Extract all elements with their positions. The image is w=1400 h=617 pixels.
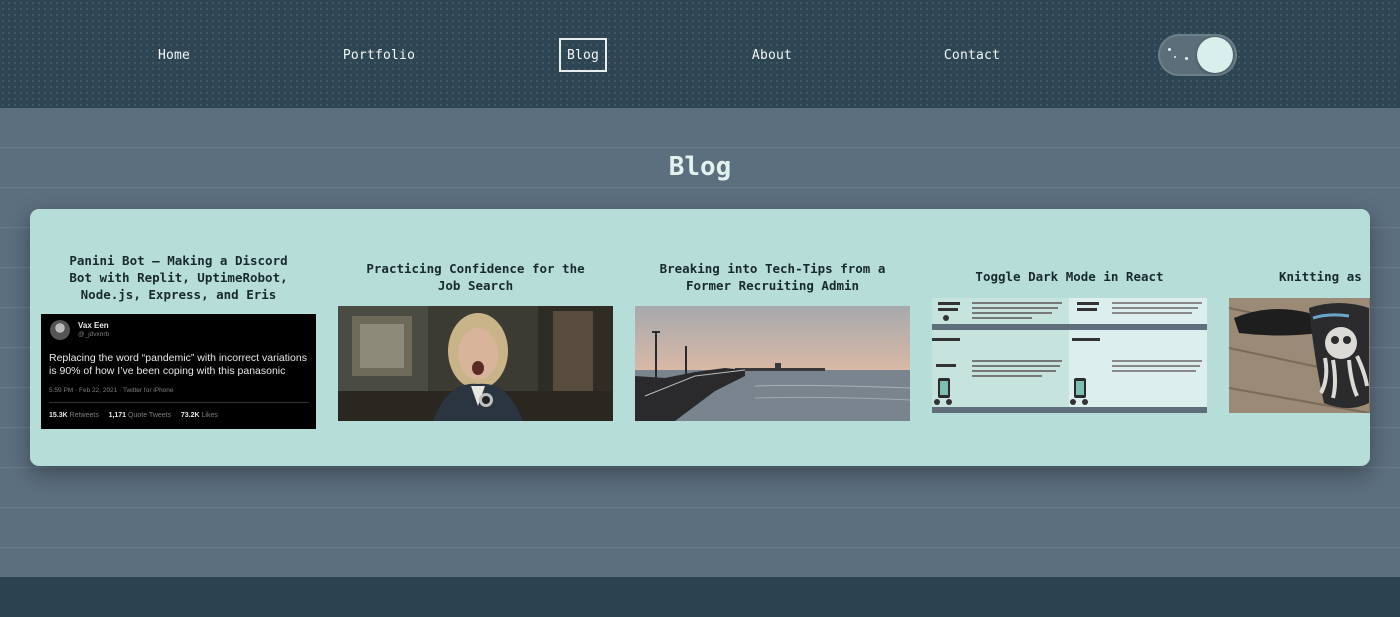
- nav-blog[interactable]: Blog: [559, 38, 607, 72]
- post-thumbnail: [1229, 298, 1370, 413]
- top-nav: Home Portfolio Blog About Contact: [0, 0, 1400, 108]
- blog-post-card[interactable]: Knitting as: [1229, 209, 1370, 466]
- retweet-count: 15.3K: [49, 412, 68, 419]
- post-title: Toggle Dark Mode in React: [975, 269, 1164, 284]
- post-title: Panini Bot — Making a Discord Bot with R…: [69, 253, 288, 302]
- divider: [49, 402, 309, 403]
- toggle-knob[interactable]: [1197, 37, 1233, 73]
- waterfront-sunset-image: [635, 306, 910, 421]
- star-icon: [1185, 57, 1188, 60]
- tweet-text: Replacing the word “pandemic” with incor…: [49, 352, 316, 378]
- tweet-meta: 5:59 PM · Feb 22, 2021 · Twitter for iPh…: [49, 387, 174, 394]
- dark-mode-screenshot-image: [932, 298, 1207, 413]
- like-count: 73.2K: [180, 412, 200, 419]
- page-title: Blog: [668, 152, 732, 182]
- nav-home[interactable]: Home: [150, 38, 198, 72]
- avatar: [50, 320, 70, 340]
- tweet-author-handle: @_jdvxnrb: [78, 331, 110, 338]
- blog-carousel[interactable]: Panini Bot — Making a Discord Bot with R…: [30, 209, 1370, 466]
- blog-post-card[interactable]: Practicing Confidence for the Job Search: [338, 209, 613, 466]
- blog-post-card[interactable]: Breaking into Tech-Tips from a Former Re…: [635, 209, 910, 466]
- knitting-socks-image: [1229, 298, 1370, 413]
- post-title: Practicing Confidence for the Job Search: [366, 261, 585, 293]
- nav-contact[interactable]: Contact: [938, 38, 1006, 72]
- tweet-stats: 15.3K Retweets 1,171 Quote Tweets 73.2K …: [49, 412, 218, 419]
- star-icon: [1168, 48, 1171, 51]
- post-thumbnail: Vax Een @_jdvxnrb Replacing the word “pa…: [41, 314, 316, 429]
- tweet-text-line: Replacing the word “pandemic” with incor…: [49, 352, 307, 364]
- nav-about[interactable]: About: [746, 38, 798, 72]
- tweet-text-line: is 90% of how I’ve been coping with this…: [49, 365, 286, 377]
- post-thumbnail: [635, 306, 910, 421]
- post-title: Knitting as: [1279, 269, 1362, 284]
- dark-mode-toggle[interactable]: [1158, 34, 1237, 76]
- quote-label: Quote Tweets: [128, 412, 172, 419]
- retweet-label: Retweets: [69, 412, 99, 419]
- post-title: Breaking into Tech-Tips from a Former Re…: [659, 261, 886, 293]
- woman-photo-image: [338, 306, 613, 421]
- blog-post-card[interactable]: Panini Bot — Making a Discord Bot with R…: [41, 209, 316, 466]
- page-footer: [0, 577, 1400, 617]
- post-thumbnail: [932, 298, 1207, 413]
- blog-post-card[interactable]: Toggle Dark Mode in React: [932, 209, 1207, 466]
- tweet-author-name: Vax Een: [78, 321, 109, 330]
- nav-portfolio[interactable]: Portfolio: [338, 38, 420, 72]
- star-icon: [1174, 56, 1176, 58]
- quote-count: 1,171: [108, 412, 127, 419]
- blog-section: Blog Panini Bot — Making a Discord Bot w…: [0, 108, 1400, 577]
- post-thumbnail: [338, 306, 613, 421]
- like-label: Likes: [201, 412, 218, 419]
